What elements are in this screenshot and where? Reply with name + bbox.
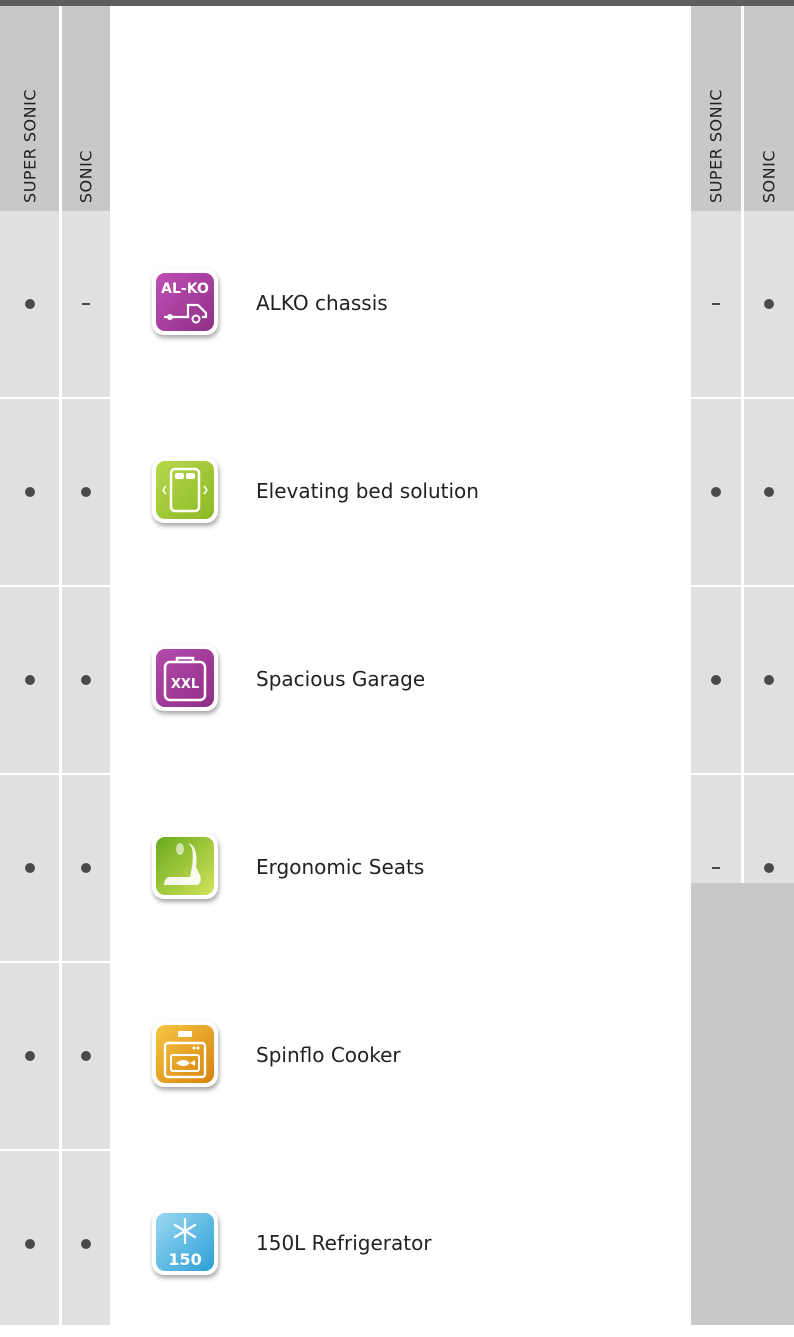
availability-cell — [0, 963, 59, 1149]
availability-cell — [691, 587, 741, 773]
available-dot — [711, 487, 721, 497]
availability-cell — [691, 775, 741, 961]
svg-text:150: 150 — [168, 1250, 201, 1269]
feature-label: Ergonomic Seats — [256, 855, 425, 879]
header-sonic-left: SONIC — [62, 6, 110, 211]
feature-label: Spinflo Cooker — [256, 1043, 401, 1067]
unavailable-dash — [712, 867, 720, 869]
availability-cell — [62, 587, 110, 773]
feature-label: Elevating bed solution — [256, 479, 479, 503]
refrigerator-icon: 150 — [152, 1209, 218, 1275]
feature-label: ALKO chassis — [256, 291, 388, 315]
available-dot — [24, 299, 35, 309]
available-dot — [81, 675, 91, 685]
unavailable-dash — [712, 303, 720, 305]
available-dot — [81, 863, 91, 873]
available-dot — [81, 487, 91, 497]
available-dot — [711, 675, 721, 685]
header-super-sonic-left: SUPER SONIC — [0, 6, 59, 211]
seat-icon — [152, 833, 218, 899]
xxl-garage-icon: XXL — [152, 645, 218, 711]
availability-cell — [744, 211, 794, 397]
feature-label: Spacious Garage — [256, 667, 426, 691]
availability-cell — [62, 399, 110, 585]
available-dot — [24, 487, 35, 497]
availability-cell — [62, 1151, 110, 1337]
availability-cell — [62, 211, 110, 397]
available-dot — [24, 1239, 35, 1249]
availability-cell — [62, 775, 110, 961]
available-dot — [81, 1051, 91, 1061]
cooker-icon — [152, 1021, 218, 1087]
alko-chassis-icon: AL-KO — [152, 269, 218, 335]
availability-cell — [691, 399, 741, 585]
svg-text:XXL: XXL — [171, 677, 199, 692]
available-dot — [764, 675, 774, 685]
availability-cell — [62, 963, 110, 1149]
available-dot — [764, 299, 774, 309]
elevating-bed-icon — [152, 457, 218, 523]
header-label: SUPER SONIC — [20, 89, 39, 203]
header-label: SONIC — [759, 149, 779, 203]
availability-cell — [744, 587, 794, 773]
feature-label: 150L Refrigerator — [256, 1231, 432, 1255]
available-dot — [24, 863, 35, 873]
header-label: SONIC — [76, 149, 96, 203]
availability-cell — [0, 1151, 59, 1337]
available-dot — [764, 487, 774, 497]
header-super-sonic-right: SUPER SONIC — [691, 6, 741, 211]
availability-cell — [0, 211, 59, 397]
availability-cell — [691, 211, 741, 397]
available-dot — [764, 863, 774, 873]
available-dot — [81, 1239, 91, 1249]
availability-cell — [0, 775, 59, 961]
availability-cell — [744, 775, 794, 961]
top-bar — [0, 0, 794, 6]
header-sonic-right: SONIC — [744, 6, 794, 211]
svg-text:AL-KO: AL-KO — [161, 281, 209, 297]
header-label: SUPER SONIC — [706, 89, 726, 203]
availability-cell — [0, 399, 59, 585]
availability-cell — [744, 399, 794, 585]
available-dot — [24, 675, 35, 685]
availability-cell — [0, 587, 59, 773]
available-dot — [24, 1051, 35, 1061]
unavailable-dash — [82, 303, 90, 305]
